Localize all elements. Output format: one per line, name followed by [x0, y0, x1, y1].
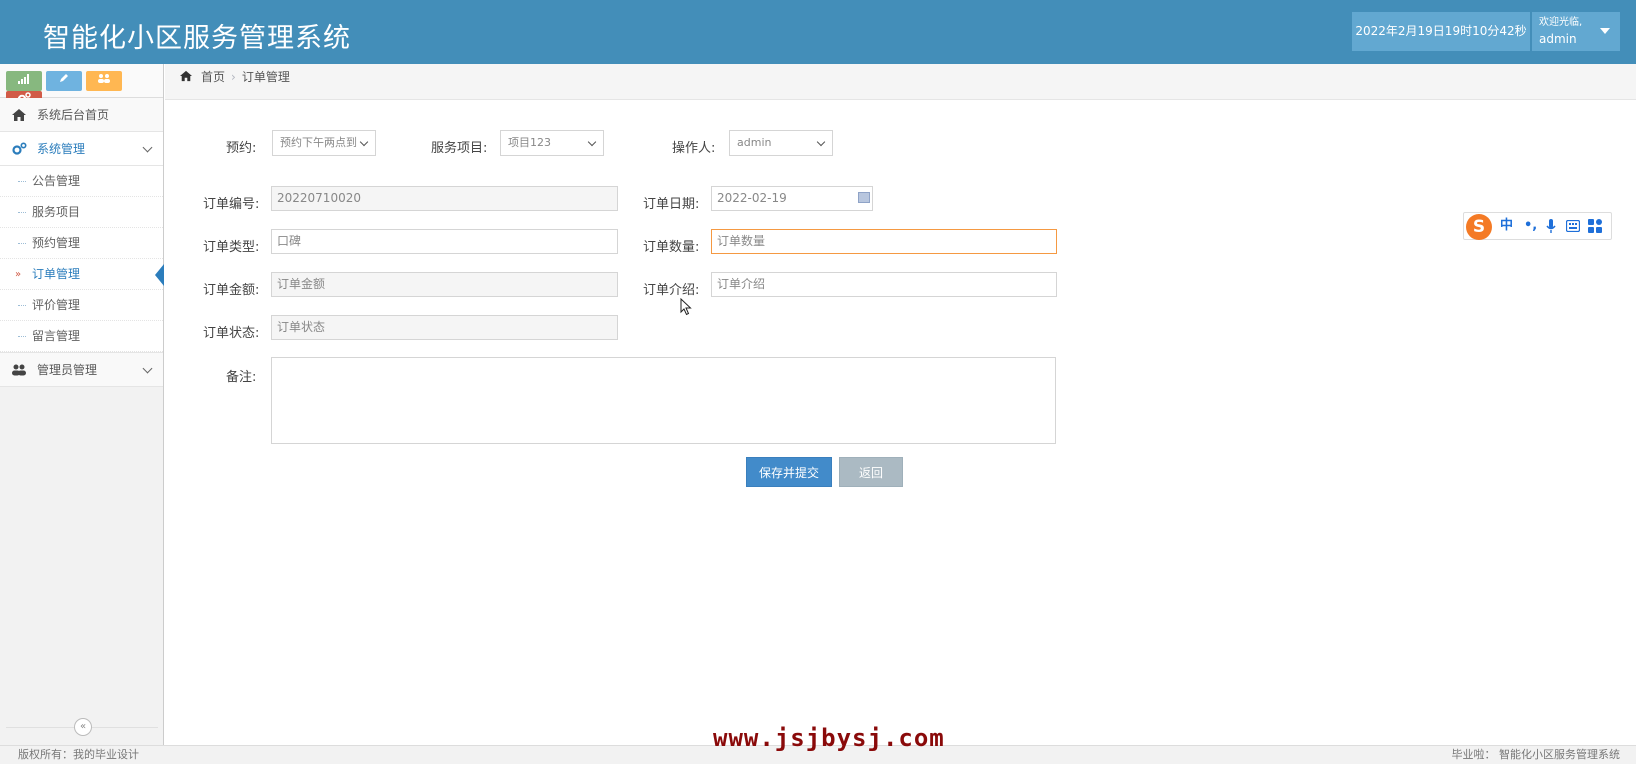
system-management-submenu: 公告管理 服务项目 预约管理 » 订单管理 评价管理 留言管理 [0, 166, 164, 353]
sidebar-item-reviews[interactable]: 评价管理 [0, 290, 163, 321]
operator-select[interactable]: admin [729, 130, 833, 156]
keyboard-icon[interactable] [1566, 220, 1580, 232]
reservation-label: 预约: [226, 141, 257, 156]
sidebar-item-label: 评价管理 [32, 298, 81, 312]
operator-value: admin [737, 136, 772, 149]
order-date-label: 订单日期: [643, 197, 700, 212]
cogs-icon [12, 142, 27, 155]
order-status-field[interactable]: 订单状态 [271, 315, 618, 340]
order-date-value: 2022-02-19 [717, 191, 787, 205]
footer-right-text: 毕业啦： 智能化小区服务管理系统 [1451, 748, 1621, 761]
order-intro-label: 订单介绍: [643, 283, 700, 298]
sidebar-item-admin-management[interactable]: 管理员管理 [0, 353, 163, 387]
sidebar-item-label: 订单管理 [32, 267, 81, 281]
sidebar-item-system-management[interactable]: 系统管理 [0, 132, 163, 166]
service-item-label: 服务项目: [431, 141, 488, 156]
copyright-text: 版权所有：我的毕业设计 [18, 748, 139, 761]
sidebar-item-label: 预约管理 [32, 236, 81, 250]
sidebar-shortcuts [0, 64, 163, 111]
sidebar-collapse-icon[interactable]: « [74, 718, 92, 736]
order-no-field[interactable]: 20220710020 [271, 186, 618, 211]
home-icon [180, 70, 192, 82]
microphone-icon[interactable] [1546, 219, 1556, 234]
chevron-down-icon [359, 137, 369, 147]
users-icon [12, 364, 26, 376]
back-button[interactable]: 返回 [839, 457, 903, 487]
ime-chinese-mode[interactable]: 中 [1500, 218, 1513, 234]
apps-grid-icon[interactable] [1588, 219, 1602, 233]
breadcrumb-home[interactable]: 首页 [201, 70, 225, 84]
reservation-value: 预约下午两点到 [280, 136, 357, 149]
service-item-select[interactable]: 项目123 [500, 130, 604, 156]
chevron-down-icon [587, 137, 597, 147]
chevron-down-icon [142, 142, 153, 153]
order-intro-field[interactable]: 订单介绍 [711, 272, 1057, 297]
sidebar-item-label: 公告管理 [32, 174, 81, 188]
top-navbar: 智能化小区服务管理系统 2022年2月19日19时10分42秒 欢迎光临, ad… [0, 0, 1636, 64]
breadcrumb-current: 订单管理 [241, 70, 290, 84]
punctuation-icon[interactable]: •, [1524, 218, 1537, 234]
reservation-select[interactable]: 预约下午两点到 [272, 130, 376, 156]
sidebar-item-label: 系统后台首页 [37, 108, 110, 122]
home-icon [12, 109, 26, 121]
ime-toolbar: S 中 •, [1463, 212, 1612, 240]
order-amount-field[interactable]: 订单金额 [271, 272, 618, 297]
app-title: 智能化小区服务管理系统 [43, 23, 351, 54]
sidebar-item-label: 留言管理 [32, 329, 81, 343]
order-status-label: 订单状态: [203, 326, 260, 341]
order-amount-label: 订单金额: [203, 283, 260, 298]
sidebar-item-label: 管理员管理 [37, 363, 98, 377]
pencil-icon[interactable] [46, 71, 82, 91]
breadcrumb-separator: › [231, 70, 236, 84]
sogou-logo-icon[interactable]: S [1466, 214, 1492, 240]
sidebar-item-home[interactable]: 系统后台首页 [0, 98, 163, 132]
sidebar-item-label: 服务项目 [32, 205, 81, 219]
chevron-down-icon [142, 363, 153, 374]
calendar-icon[interactable] [858, 192, 870, 203]
order-type-label: 订单类型: [203, 240, 260, 255]
remark-label: 备注: [226, 370, 257, 385]
user-menu[interactable]: 欢迎光临, admin [1532, 12, 1620, 51]
remark-textarea[interactable] [271, 357, 1056, 444]
caret-down-icon [1600, 28, 1610, 34]
double-angle-right-icon: » [15, 269, 22, 280]
signal-icon[interactable] [6, 71, 42, 91]
order-date-field[interactable]: 2022-02-19 [711, 186, 873, 211]
breadcrumb: 首页 › 订单管理 [165, 64, 1636, 100]
order-qty-field[interactable]: 订单数量 [711, 229, 1057, 254]
order-type-field[interactable]: 口碑 [271, 229, 618, 254]
save-submit-button[interactable]: 保存并提交 [746, 457, 832, 487]
current-datetime: 2022年2月19日19时10分42秒 [1352, 12, 1530, 51]
sidebar-item-messages[interactable]: 留言管理 [0, 321, 163, 352]
sidebar: 系统后台首页 系统管理 公告管理 服务项目 预约管理 » 订单管理 评价管理 留… [0, 64, 164, 745]
users-icon[interactable] [86, 71, 122, 91]
mouse-cursor-icon [680, 298, 692, 316]
watermark: www.jsjbysj.com [713, 724, 945, 752]
sidebar-item-orders[interactable]: » 订单管理 [0, 259, 164, 290]
order-no-label: 订单编号: [203, 197, 260, 212]
service-item-value: 项目123 [508, 136, 551, 149]
active-marker [155, 264, 164, 286]
sidebar-item-reservations[interactable]: 预约管理 [0, 228, 163, 259]
sidebar-item-label: 系统管理 [37, 142, 86, 156]
chevron-down-icon [816, 137, 826, 147]
order-qty-label: 订单数量: [643, 240, 700, 255]
sidebar-item-service-items[interactable]: 服务项目 [0, 197, 163, 228]
operator-label: 操作人: [672, 141, 716, 156]
sidebar-item-announcements[interactable]: 公告管理 [0, 166, 163, 197]
